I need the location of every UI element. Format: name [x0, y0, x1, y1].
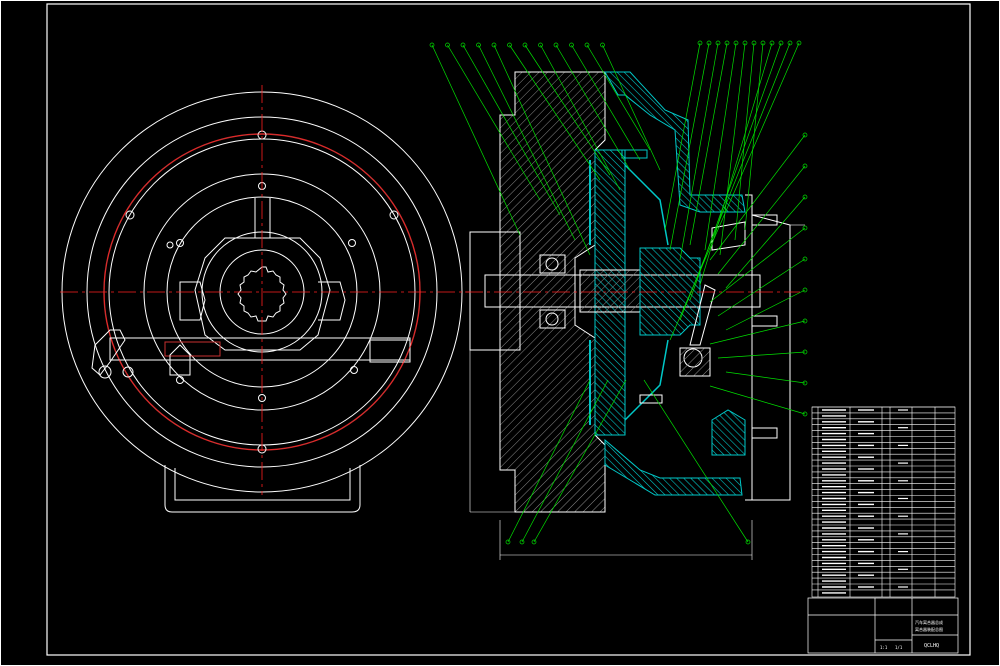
base-foot — [164, 465, 361, 513]
sheet-value: 1/1 — [895, 645, 903, 650]
fork-bracket — [679, 347, 711, 377]
shaft-spline — [579, 269, 641, 313]
bolt-right-3 — [751, 427, 778, 439]
leader-right — [709, 320, 806, 345]
leader-top-right — [719, 42, 746, 256]
clutch-cover — [604, 71, 746, 213]
drawing-number: QCLHQ — [924, 643, 939, 649]
leader-right — [717, 165, 806, 275]
bolt-hole-11 — [176, 376, 184, 384]
leader-right — [717, 258, 806, 317]
parts-list — [811, 406, 956, 598]
bolt-hole-7 — [166, 241, 174, 249]
bolt-hole-10 — [350, 366, 358, 374]
leader-right — [709, 385, 806, 415]
bolt-hole-5 — [176, 239, 184, 247]
bolt-right-2 — [751, 315, 778, 327]
base-foot-inner — [174, 468, 351, 501]
title-line1: 汽车离合器总成 — [915, 619, 943, 625]
lower-boss — [711, 409, 746, 456]
bell-housing — [745, 194, 753, 501]
scale-value: 1:1 — [880, 645, 888, 650]
right-boss — [369, 339, 411, 363]
front-view — [60, 85, 470, 513]
leader-right — [725, 371, 806, 384]
bell-housing-right — [751, 214, 791, 501]
release-shaft-hatch — [164, 341, 221, 357]
front-centerlines — [60, 85, 470, 495]
left-bracket — [179, 281, 206, 321]
leader-bottom — [643, 379, 749, 543]
leader-right — [717, 351, 806, 359]
fork-left-arm — [91, 329, 126, 376]
cad-drawing-canvas: 汽车离合器总成 离合器装配总图 QCLHQ 1:1 1/1 — [0, 0, 1000, 666]
leader-top-right — [699, 42, 773, 286]
title-line2: 离合器装配总图 — [915, 626, 943, 632]
leader-right — [709, 227, 806, 303]
bolt-hole-6 — [348, 239, 356, 247]
